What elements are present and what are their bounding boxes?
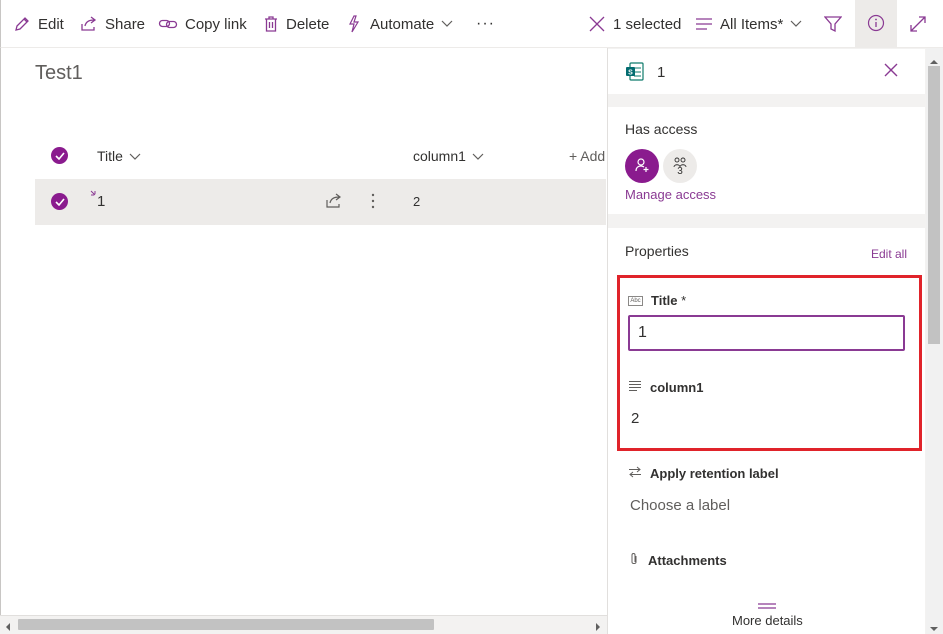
shared-count: 3 [677, 165, 683, 177]
row-column1-cell[interactable]: 2 [413, 194, 420, 209]
column-header-column1[interactable]: column1 [413, 148, 484, 164]
list-title: Test1 [35, 62, 83, 84]
scroll-left-arrow[interactable] [4, 619, 12, 634]
has-access-heading: Has access [625, 121, 698, 137]
chevron-down-icon [441, 20, 453, 28]
panel-item-title: 1 [657, 64, 666, 81]
manage-access-link[interactable]: Manage access [625, 187, 716, 202]
chevron-down-icon [472, 148, 484, 164]
swap-arrows-icon [628, 466, 642, 481]
edit-button[interactable]: Edit [13, 0, 64, 48]
command-bar: Edit Share Copy link Delete Automate ··· [0, 0, 943, 48]
share-button[interactable]: Share [80, 0, 145, 48]
attachments-heading: Attachments [628, 552, 727, 569]
properties-heading: Properties [625, 243, 689, 259]
chevron-down-icon [129, 148, 141, 164]
column-header-title[interactable]: Title [97, 148, 141, 164]
table-row[interactable] [35, 179, 606, 225]
paperclip-icon [628, 552, 640, 569]
view-switcher[interactable]: All Items* [695, 0, 802, 48]
row-checkbox[interactable] [51, 193, 68, 210]
add-column-button[interactable]: + Add [569, 148, 606, 168]
more-details-button[interactable]: More details [732, 613, 803, 628]
clear-selection-button[interactable]: 1 selected [588, 0, 681, 48]
row-title-cell[interactable]: 1 [97, 193, 105, 210]
checkmark-icon [51, 147, 68, 164]
scroll-down-arrow[interactable] [929, 620, 939, 634]
filter-button[interactable] [824, 0, 842, 48]
list-view-icon [695, 16, 713, 32]
info-pane-button[interactable] [855, 0, 897, 48]
horizontal-scrollbar-thumb[interactable] [18, 619, 434, 630]
automate-button[interactable]: Automate [345, 0, 453, 48]
trash-icon [263, 15, 279, 33]
select-all-checkbox[interactable] [51, 147, 68, 164]
add-person-icon [634, 157, 650, 176]
close-icon [884, 63, 898, 80]
more-details-icon [758, 596, 776, 612]
window-border [0, 48, 1, 634]
highlight-box [617, 275, 922, 451]
sharepoint-list-icon: S [625, 62, 645, 85]
share-icon [325, 193, 343, 212]
row-more-button[interactable] [370, 193, 376, 212]
retention-label-heading: Apply retention label [628, 466, 779, 481]
row-share-button[interactable] [325, 193, 343, 212]
automate-icon [345, 15, 363, 33]
choose-label-dropdown[interactable]: Choose a label [630, 497, 730, 514]
expand-icon [909, 15, 927, 33]
chevron-down-icon [790, 20, 802, 28]
checkmark-icon [51, 193, 68, 210]
copy-link-button[interactable]: Copy link [158, 0, 247, 48]
link-icon [158, 15, 178, 33]
close-icon [588, 15, 606, 33]
edit-all-link[interactable]: Edit all [871, 247, 907, 261]
share-icon [80, 15, 98, 33]
info-icon [867, 14, 885, 35]
people-icon [673, 155, 687, 167]
filter-icon [824, 15, 842, 33]
more-commands-button[interactable]: ··· [476, 0, 495, 48]
pencil-icon [13, 15, 31, 33]
scroll-right-arrow[interactable] [594, 619, 602, 634]
shared-with-group[interactable]: 3 [663, 149, 697, 183]
grant-access-button[interactable] [625, 149, 659, 183]
panel-header [608, 49, 925, 94]
delete-button[interactable]: Delete [263, 0, 329, 48]
expand-button[interactable] [909, 0, 927, 48]
close-panel-button[interactable] [884, 63, 898, 80]
vertical-scrollbar-thumb[interactable] [928, 66, 940, 344]
svg-text:S: S [628, 70, 633, 77]
more-vertical-icon [370, 193, 376, 212]
